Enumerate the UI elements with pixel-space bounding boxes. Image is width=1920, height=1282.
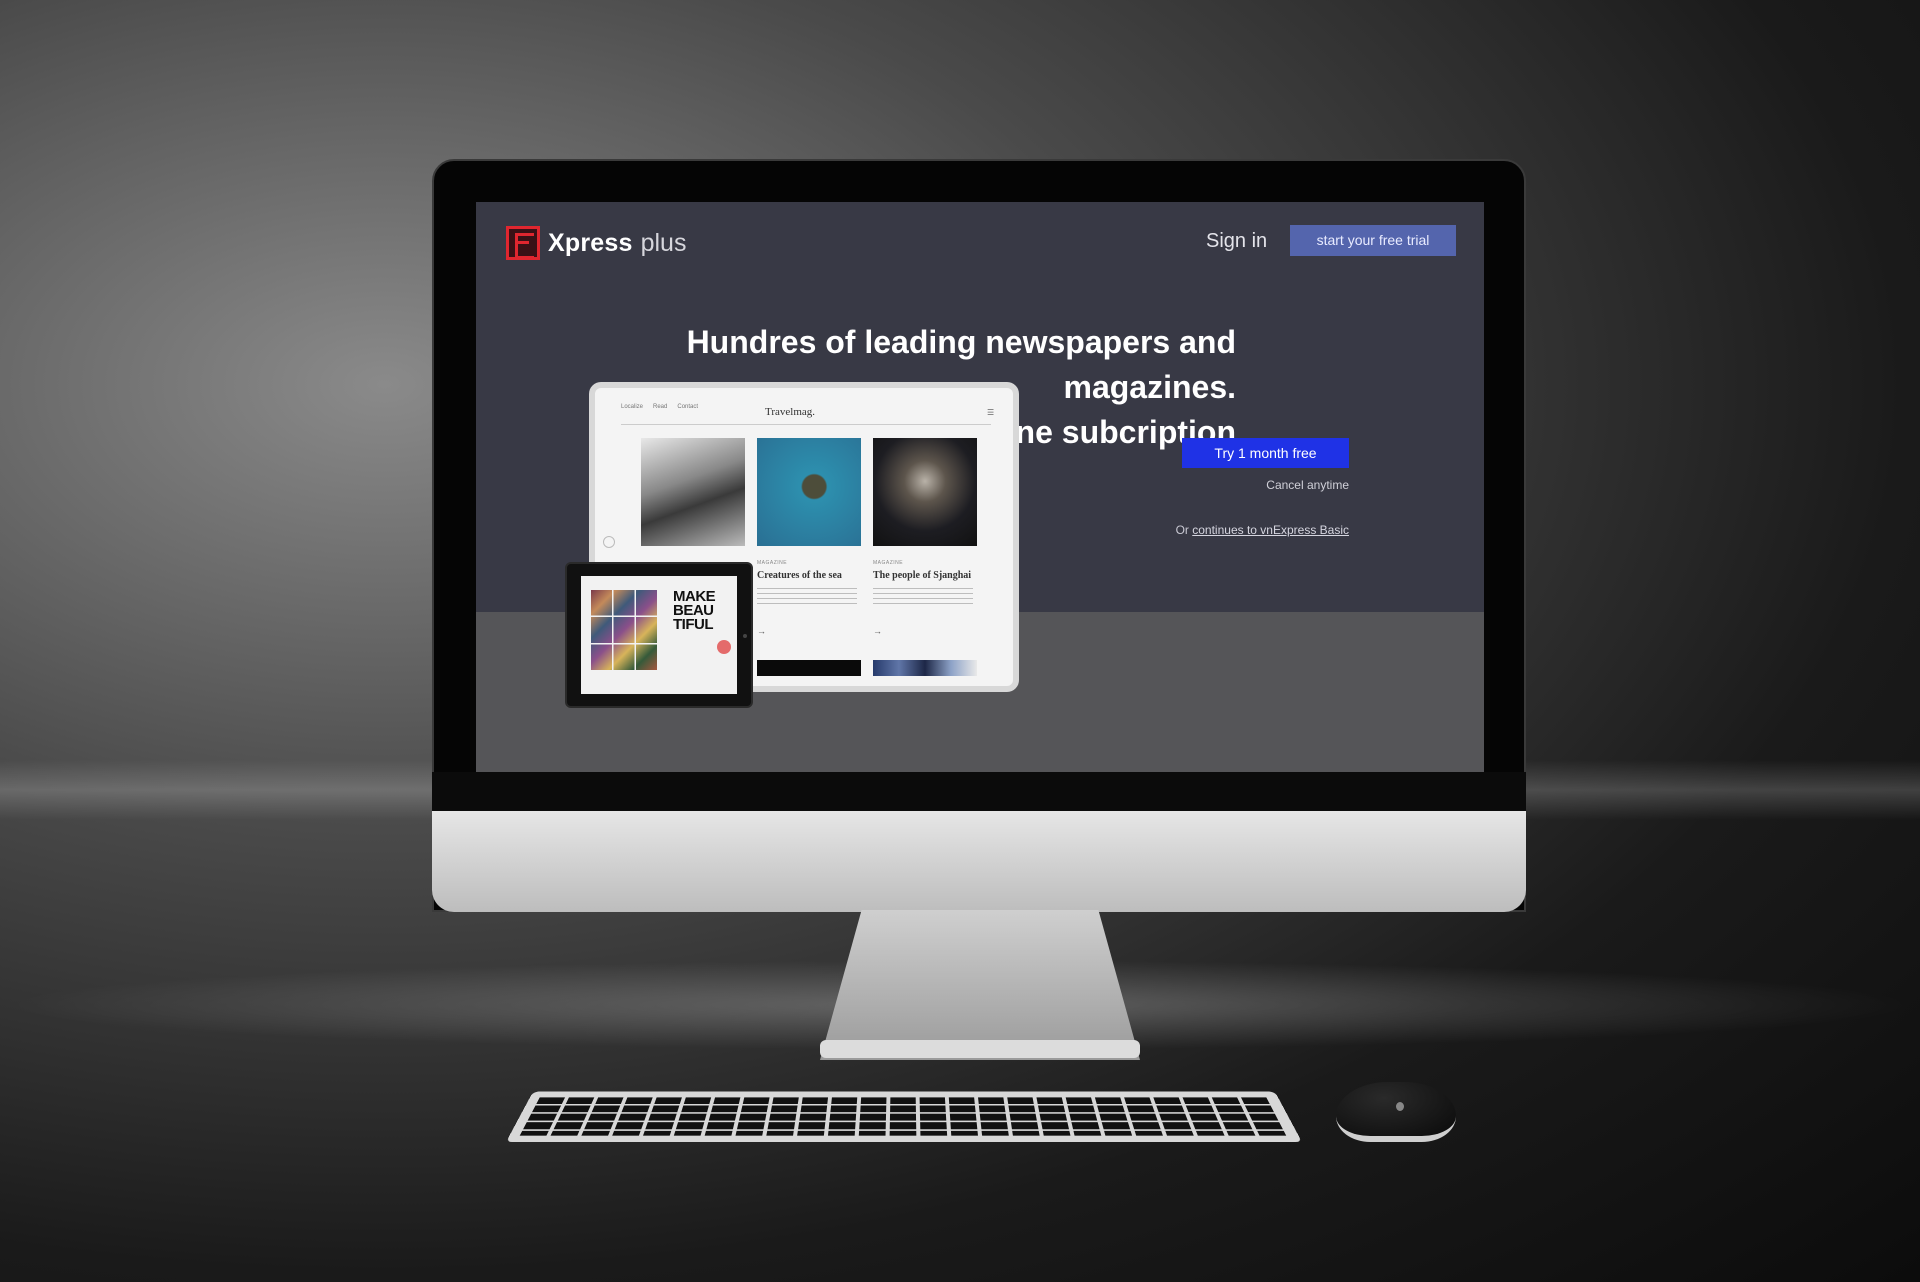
arrow-right-icon: → bbox=[757, 626, 766, 636]
website-screen: Xpress plus Sign in start your free tria… bbox=[476, 202, 1484, 772]
keyboard-keys bbox=[519, 1097, 1289, 1136]
apple-logo-icon bbox=[1396, 1102, 1404, 1111]
article-title: Creatures of the sea bbox=[757, 570, 842, 581]
cancel-anytime-note: Cancel anytime bbox=[1266, 478, 1349, 492]
article-image-woman bbox=[873, 438, 977, 546]
ipad-cover-title: MAKE BEAU TIFUL bbox=[673, 588, 716, 633]
cover-badge-icon bbox=[717, 640, 731, 654]
monitor-bezel-bottom bbox=[432, 772, 1526, 812]
brand-tier: plus bbox=[640, 228, 687, 257]
brand-logo[interactable]: Xpress plus bbox=[506, 226, 686, 260]
article-image-turtle bbox=[757, 438, 861, 546]
article-image-strip bbox=[873, 660, 977, 676]
ipad-mockup: MAKE BEAU TIFUL bbox=[565, 562, 753, 708]
xpress-logo-icon bbox=[506, 226, 540, 260]
tablet-side-button bbox=[603, 536, 615, 548]
arrow-right-icon: → bbox=[873, 626, 882, 636]
portrait-grid-image bbox=[591, 590, 657, 670]
tablet-nav-item: Contact bbox=[677, 404, 699, 410]
keyboard bbox=[505, 1091, 1303, 1143]
continue-basic-link[interactable]: continues to vnExpress Basic bbox=[1192, 523, 1349, 537]
article-image-strip bbox=[757, 660, 861, 676]
article-category: MAGAZINE bbox=[757, 560, 788, 566]
basic-link-row: Or continues to vnExpress Basic bbox=[1036, 523, 1349, 537]
sign-in-link[interactable]: Sign in bbox=[1206, 230, 1267, 253]
tablet-nav-item: Read bbox=[653, 404, 668, 410]
ipad-screen: MAKE BEAU TIFUL bbox=[581, 576, 737, 694]
basic-prefix: Or bbox=[1175, 523, 1193, 537]
article-body-lines bbox=[757, 588, 857, 608]
monitor-stand-base bbox=[820, 1040, 1140, 1058]
brand-name: Xpress bbox=[548, 228, 633, 257]
start-free-trial-button[interactable]: start your free trial bbox=[1290, 225, 1456, 256]
article-title: The people of Sjanghai bbox=[873, 570, 972, 581]
article-category: MAGAZINE bbox=[873, 560, 904, 566]
monitor-chin bbox=[432, 811, 1526, 912]
mouse bbox=[1336, 1082, 1456, 1142]
try-free-button[interactable]: Try 1 month free bbox=[1182, 438, 1349, 468]
menu-icon: ☰ bbox=[987, 408, 995, 417]
article-body-lines bbox=[873, 588, 973, 608]
tablet-nav: Localize Read Contact bbox=[621, 404, 698, 410]
tablet-divider bbox=[621, 424, 991, 425]
tablet-nav-item: Localize bbox=[621, 404, 644, 410]
monitor-stand bbox=[820, 910, 1140, 1060]
article-image-house bbox=[641, 438, 745, 546]
tablet-site-title: Travelmag. bbox=[765, 406, 816, 418]
ipad-camera bbox=[743, 634, 747, 638]
